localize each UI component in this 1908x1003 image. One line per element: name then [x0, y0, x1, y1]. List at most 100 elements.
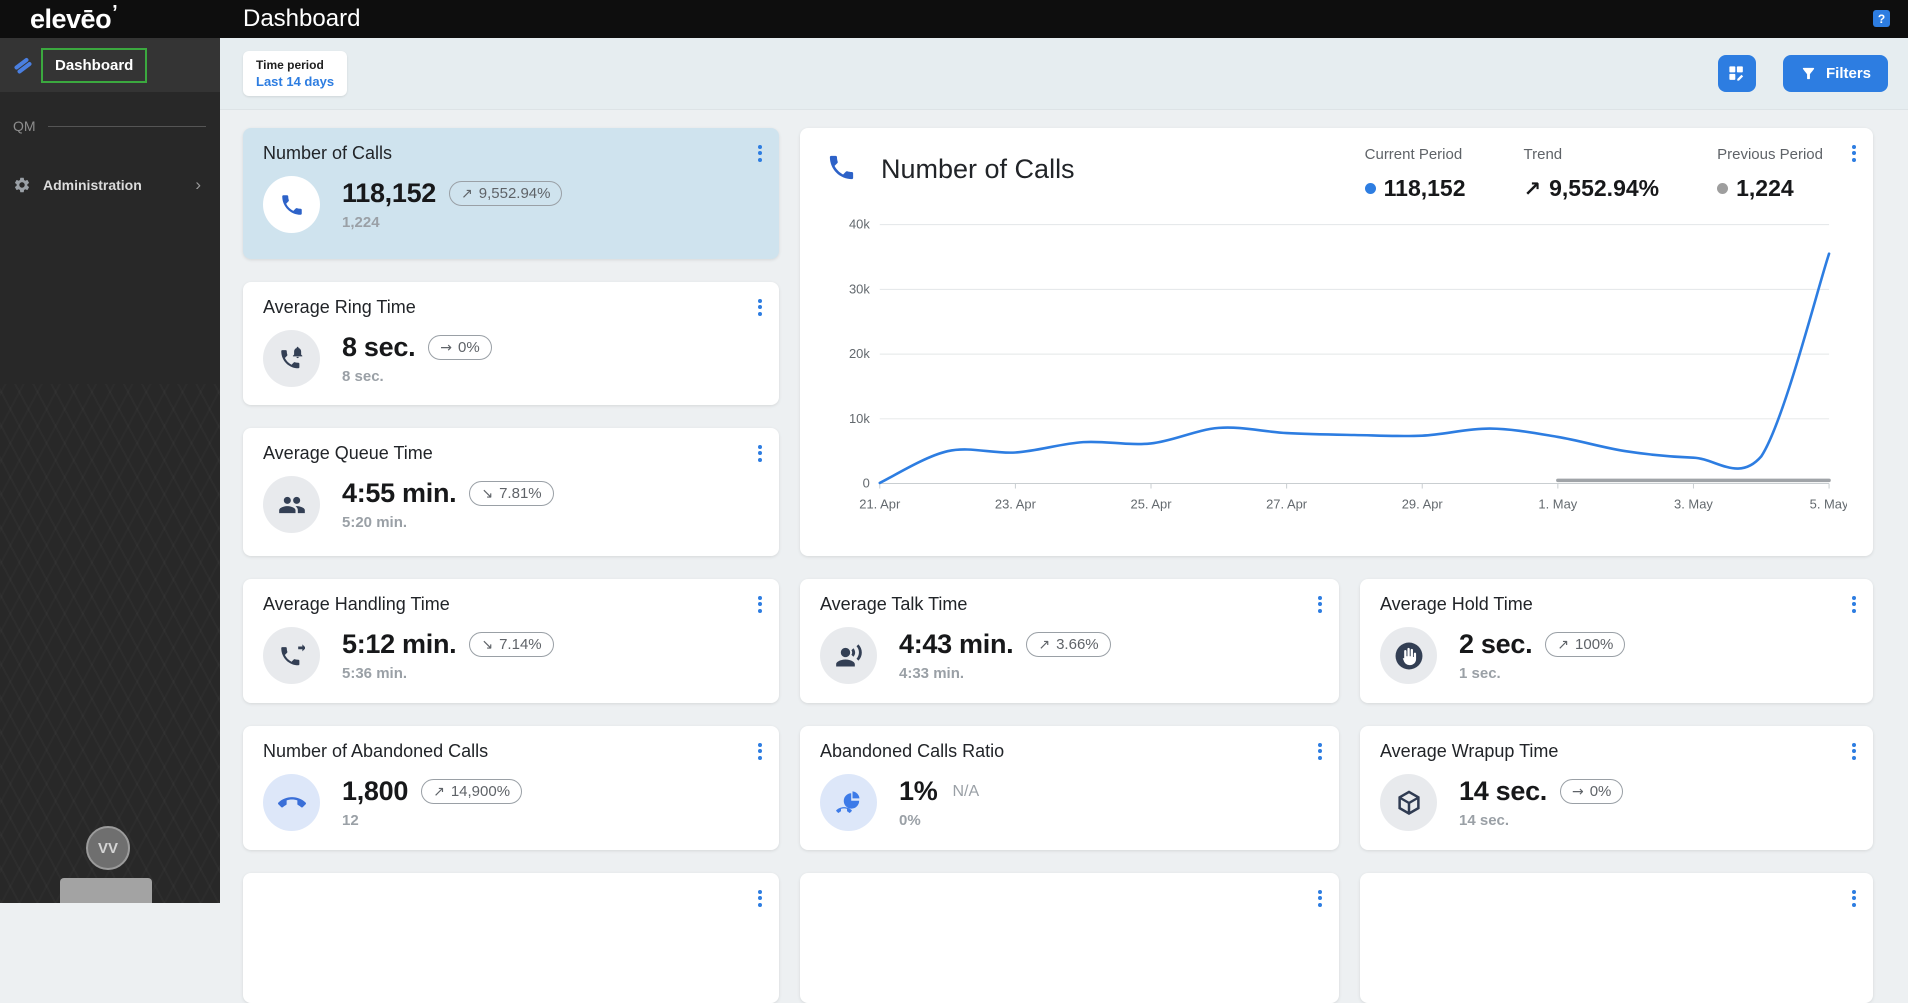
- card-menu-button[interactable]: [1311, 589, 1329, 619]
- trend-badge: → 0%: [428, 335, 492, 360]
- svg-text:5. May: 5. May: [1810, 496, 1847, 511]
- kpi-value: 1%: [899, 776, 938, 806]
- trending-down-icon: ↘: [481, 636, 494, 653]
- kpi-previous-value: 4:33 min.: [899, 665, 965, 682]
- call-end-icon: [277, 796, 306, 807]
- card-menu-button[interactable]: [1845, 736, 1863, 766]
- kpi-value: 14 sec.: [1459, 776, 1547, 806]
- kpi-icon-circle: [263, 476, 320, 533]
- kpi-card-abandoned-calls-ratio[interactable]: Abandoned Calls Ratio 1% N/A 0%: [800, 726, 1339, 850]
- card-menu-button[interactable]: [751, 292, 769, 322]
- card-title: Number of Abandoned Calls: [263, 741, 489, 761]
- kpi-card-average-wrapup-time[interactable]: Average Wrapup Time 14 sec. → 0% 14 sec.: [1360, 726, 1873, 850]
- stat-current-period: Current Period 118,152: [1364, 146, 1466, 201]
- card-menu-button[interactable]: [751, 736, 769, 766]
- kpi-value: 2 sec.: [1459, 629, 1533, 659]
- dashboard-grid: Number of Calls 118,152 ↗ 9,552.94% 1,224: [220, 110, 1908, 1003]
- trend-badge: ↗ 9,552.94%: [449, 181, 563, 206]
- people-queue-icon: [278, 496, 305, 513]
- card-menu-button[interactable]: [751, 589, 769, 619]
- card-menu-button[interactable]: [751, 438, 769, 468]
- current-period-dot: [1364, 183, 1376, 194]
- kpi-card-partial: [243, 873, 779, 1003]
- chart-card-number-of-calls: Number of Calls Current Period 118,152 T…: [800, 128, 1873, 556]
- kpi-icon-circle: [263, 774, 320, 831]
- time-period-chip[interactable]: Time period Last 14 days: [243, 51, 348, 96]
- section-label: QM: [13, 118, 36, 134]
- svg-text:3. May: 3. May: [1674, 496, 1713, 511]
- kpi-previous-value: 5:36 min.: [342, 665, 408, 682]
- kpi-card-average-queue-time[interactable]: Average Queue Time 4:55 min. ↘ 7.81% 5:20…: [243, 428, 779, 556]
- card-menu-button[interactable]: [751, 138, 769, 168]
- sidebar-item-label: Administration: [43, 177, 142, 193]
- svg-text:25. Apr: 25. Apr: [1131, 496, 1173, 511]
- sidebar: Dashboard QM Administration › VV: [0, 38, 220, 903]
- trending-up-icon: ↗: [461, 185, 473, 202]
- card-title: Average Ring Time: [263, 297, 416, 317]
- kpi-icon-circle: [1380, 627, 1437, 684]
- kpi-card-average-hold-time[interactable]: Average Hold Time 2 sec. ↗ 100% 1 sec.: [1360, 579, 1873, 703]
- logo-text: elevēo: [30, 4, 112, 34]
- svg-text:29. Apr: 29. Apr: [1402, 496, 1444, 511]
- card-menu-button[interactable]: [1845, 589, 1863, 619]
- cube-icon: [1397, 790, 1420, 815]
- kpi-value: 1,800: [342, 776, 409, 806]
- kpi-card-average-handling-time[interactable]: Average Handling Time 5:12 min. ↘ 7.14% 5…: [243, 579, 779, 703]
- kpi-value: 4:55 min.: [342, 478, 457, 508]
- trend-badge: ↗ 14,900%: [421, 779, 523, 804]
- kpi-icon-circle: [820, 774, 877, 831]
- kpi-card-number-of-calls[interactable]: Number of Calls 118,152 ↗ 9,552.94% 1,224: [243, 128, 779, 259]
- user-avatar[interactable]: VV: [86, 826, 130, 870]
- trend-badge: → 0%: [1559, 779, 1624, 804]
- svg-text:1. May: 1. May: [1538, 496, 1577, 511]
- svg-text:20k: 20k: [849, 346, 870, 361]
- kpi-value: 8 sec.: [342, 332, 416, 362]
- card-menu-button[interactable]: [1845, 138, 1863, 168]
- chevron-right-icon: ›: [195, 175, 201, 194]
- card-menu-button[interactable]: [1311, 736, 1329, 766]
- kpi-previous-value: 1 sec.: [1459, 665, 1501, 682]
- card-title: Average Hold Time: [1380, 594, 1533, 614]
- app-header: elevēo ’ Dashboard ?: [0, 0, 1908, 38]
- help-icon[interactable]: ?: [1873, 10, 1890, 27]
- filters-button[interactable]: Filters: [1782, 55, 1888, 92]
- trending-flat-icon: →: [1571, 783, 1584, 800]
- stat-trend: Trend ↗ 9,552.94%: [1523, 146, 1660, 201]
- filters-button-label: Filters: [1825, 65, 1871, 82]
- calls-line-chart: 0 10k 20k 30k 40k 21. Apr 23. Apr 25. Apr 27. Ap…: [849, 217, 1847, 512]
- trending-up-icon: ↗: [1523, 176, 1542, 201]
- kpi-card-average-ring-time[interactable]: Average Ring Time 8 sec. → 0% 8 sec.: [243, 282, 779, 405]
- kpi-card-average-talk-time[interactable]: Average Talk Time 4:43 min. ↗ 3.66% 4:33 …: [800, 579, 1339, 703]
- card-title: Average Queue Time: [263, 443, 433, 463]
- card-title: Average Wrapup Time: [1380, 741, 1559, 761]
- customize-dashboard-button[interactable]: [1717, 55, 1756, 92]
- kpi-previous-value: 12: [342, 812, 359, 829]
- main-content: Time period Last 14 days Filters Number …: [220, 38, 1908, 1003]
- sidebar-item-dashboard[interactable]: Dashboard: [0, 38, 220, 92]
- stat-previous-period: Previous Period 1,224: [1717, 146, 1823, 201]
- time-period-value: Last 14 days: [256, 74, 335, 89]
- card-menu-button[interactable]: [1845, 883, 1863, 913]
- kpi-previous-value: 14 sec.: [1459, 812, 1510, 829]
- svg-text:27. Apr: 27. Apr: [1266, 496, 1308, 511]
- kpi-card-number-of-abandoned-calls[interactable]: Number of Abandoned Calls 1,800 ↗ 14,900%…: [243, 726, 779, 850]
- sidebar-item-administration[interactable]: Administration ›: [0, 164, 220, 206]
- trend-badge: ↘ 7.14%: [469, 632, 554, 657]
- filter-funnel-icon: [1802, 67, 1815, 80]
- kpi-previous-value: 8 sec.: [342, 368, 384, 385]
- phone-forward-icon: [281, 644, 305, 666]
- card-menu-button[interactable]: [1311, 883, 1329, 913]
- card-title: Abandoned Calls Ratio: [820, 741, 1005, 761]
- card-menu-button[interactable]: [751, 883, 769, 913]
- kpi-icon-circle: [820, 627, 877, 684]
- sidebar-section-qm: QM: [13, 118, 206, 134]
- toolbar: Time period Last 14 days Filters: [220, 38, 1908, 110]
- trending-up-icon: ↗: [1038, 636, 1051, 653]
- phone-icon: [281, 194, 302, 215]
- kpi-card-partial: [1360, 873, 1873, 1003]
- trending-down-icon: ↘: [481, 485, 494, 502]
- customize-dashboard-icon: [1729, 66, 1744, 81]
- page-title: Dashboard: [243, 5, 361, 32]
- svg-text:23. Apr: 23. Apr: [995, 496, 1037, 511]
- trend-badge: ↗ 3.66%: [1026, 632, 1111, 657]
